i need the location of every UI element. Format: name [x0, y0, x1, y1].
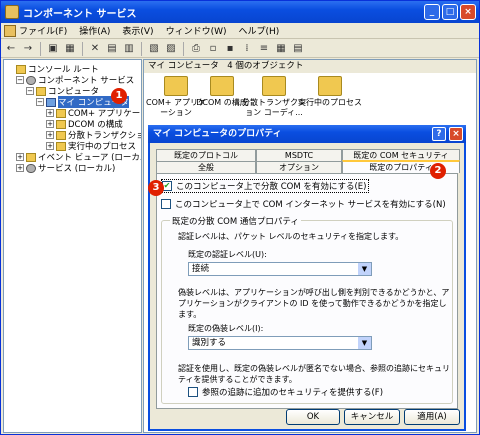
security-description: 認証を使用し、既定の偽装レベルが匿名でない場合、参照の追跡にセキュリティを提供す… [178, 364, 450, 384]
menu-action[interactable]: 操作(A) [79, 24, 110, 37]
enable-dcom-checkbox[interactable]: ✔ このコンピュータ上で分散 COM を有効にする(E) [161, 179, 370, 193]
ok-button[interactable]: OK [286, 409, 340, 425]
tree-pane: コンソール ルート − コンポーネント サービス − コンピュータ − マイ コンピュータ +… [3, 59, 142, 433]
folder-distributed-transaction[interactable]: 分散トランザクション コーディ... [242, 76, 306, 118]
forward-icon[interactable]: → [21, 42, 35, 56]
auth-level-select[interactable]: 接続 ▼ [188, 262, 372, 276]
folder-running-processes[interactable]: 実行中のプロセス [298, 76, 362, 108]
folder-icon [56, 141, 66, 151]
enable-com-internet-checkbox[interactable]: このコンピュータ上で COM インターネット サービスを有効にする(N) [161, 198, 446, 210]
collapse-icon[interactable]: − [36, 98, 44, 106]
tab-options[interactable]: オプション [256, 161, 342, 173]
refresh-icon[interactable]: ▤ [291, 42, 305, 56]
callout-badge-3: 3 [148, 180, 164, 196]
expand-icon[interactable]: + [16, 153, 24, 161]
impersonation-level-label: 既定の偽装レベル(I): [188, 324, 264, 333]
close-button[interactable]: × [460, 4, 476, 20]
expand-icon[interactable]: + [16, 164, 24, 172]
toolbar: ← → ▣ ▦ ✕ ▤ ▥ ▧ ▨ ⎙ ▫ ▪ ⁞ ≡ ▦ ▤ [1, 40, 479, 58]
folder-icon [16, 64, 26, 74]
cancel-button[interactable]: キャンセル [344, 409, 400, 425]
additional-security-checkbox[interactable]: 参照の追跡に追加のセキュリティを提供する(F) [188, 386, 383, 398]
minimize-button[interactable]: _ [424, 4, 440, 20]
impersonation-description: 偽装レベルは、アプリケーションが呼び出し側を判別できるかどうかと、アプリケーショ… [178, 288, 450, 319]
menu-view[interactable]: 表示(V) [122, 24, 153, 37]
folder-icon [56, 119, 66, 129]
small-icons-icon[interactable]: ▫ [206, 42, 220, 56]
tab-default-protocol[interactable]: 既定のプロトコル [156, 149, 256, 161]
computer-icon[interactable]: ▨ [164, 42, 178, 56]
menu-file[interactable]: ファイル(F) [19, 24, 67, 37]
folder-icon [56, 108, 66, 118]
tab-msdtc[interactable]: MSDTC [256, 149, 342, 161]
menu-window[interactable]: ウィンドウ(W) [166, 24, 227, 37]
toolbar-separator [40, 41, 41, 56]
delete-icon[interactable]: ✕ [88, 42, 102, 56]
window-title: コンポーネント サービス [23, 8, 137, 20]
auth-description: 認証レベルは、パケット レベルのセキュリティを指定します。 [178, 232, 404, 241]
details-view-icon[interactable]: ⁞ [240, 42, 254, 56]
back-icon[interactable]: ← [4, 42, 18, 56]
export-icon[interactable]: ▥ [122, 42, 136, 56]
object-pane-header: マイ コンピュータ 4 個のオブジェクト [144, 60, 476, 73]
stop-icon[interactable]: ▦ [274, 42, 288, 56]
app-icon [5, 5, 19, 19]
dcom-communication-group: 既定の分散 COM 通信プロパティ 認証レベルは、パケット レベルのセキュリティ… [161, 215, 453, 404]
folder-icon [164, 76, 188, 96]
list-view-icon[interactable]: ▪ [223, 42, 237, 56]
dialog-close-button[interactable]: × [449, 127, 463, 141]
checkbox-empty [161, 199, 171, 209]
callout-badge-1: 1 [111, 88, 127, 104]
toolbar-separator [82, 41, 83, 56]
computer-icon [46, 97, 56, 107]
gear-icon [26, 75, 36, 85]
expand-icon[interactable]: + [46, 131, 54, 139]
callout-badge-2: 2 [430, 163, 446, 179]
menu-bar: ファイル(F) 操作(A) 表示(V) ウィンドウ(W) ヘルプ(H) [1, 23, 479, 39]
dialog-title: マイ コンピュータのプロパティ [153, 129, 282, 139]
properties-dialog: マイ コンピュータのプロパティ ? × 既定のプロトコル MSDTC 既定の C… [148, 125, 466, 431]
folder-icon [36, 86, 46, 96]
toolbar-separator [183, 41, 184, 56]
properties-icon[interactable]: ▤ [105, 42, 119, 56]
auth-level-label: 既定の認証レベル(U): [188, 250, 267, 259]
maximize-button[interactable]: □ [442, 4, 458, 20]
tab-general[interactable]: 全般 [156, 161, 256, 173]
show-tree-icon[interactable]: ▦ [63, 42, 77, 56]
chevron-down-icon[interactable]: ▼ [358, 263, 371, 275]
folder-icon [318, 76, 342, 96]
expand-icon[interactable]: + [46, 142, 54, 150]
status-view-icon[interactable]: ≡ [257, 42, 271, 56]
tree-item-label: サービス (ローカル) [38, 164, 116, 174]
gear-icon [26, 163, 36, 173]
folder-icon [210, 76, 234, 96]
collapse-icon[interactable]: − [26, 87, 34, 95]
apply-button[interactable]: 適用(A) [404, 409, 460, 425]
toolbar-separator [141, 41, 142, 56]
dialog-help-button[interactable]: ? [432, 127, 446, 141]
impersonation-level-select[interactable]: 識別する ▼ [188, 336, 372, 350]
tree-item[interactable]: + サービス (ローカル) [16, 162, 115, 174]
large-icons-icon[interactable]: ⎙ [189, 42, 203, 56]
expand-icon[interactable]: + [46, 109, 54, 117]
folder-icon [56, 130, 66, 140]
checkbox-empty [188, 387, 198, 397]
chevron-down-icon[interactable]: ▼ [358, 337, 371, 349]
expand-icon[interactable]: + [46, 120, 54, 128]
up-folder-icon[interactable]: ▣ [46, 42, 60, 56]
help-icon[interactable]: ▧ [147, 42, 161, 56]
title-bar[interactable]: コンポーネント サービス _ □ × [1, 1, 479, 23]
folder-icon [26, 152, 36, 162]
tab-panel: ✔ このコンピュータ上で分散 COM を有効にする(E) このコンピュータ上で C… [156, 173, 458, 409]
group-title: 既定の分散 COM 通信プロパティ [170, 215, 301, 227]
collapse-icon[interactable]: − [16, 76, 24, 84]
folder-icon [262, 76, 286, 96]
dialog-title-bar[interactable]: マイ コンピュータのプロパティ ? × [148, 125, 466, 143]
menu-help[interactable]: ヘルプ(H) [239, 24, 280, 37]
